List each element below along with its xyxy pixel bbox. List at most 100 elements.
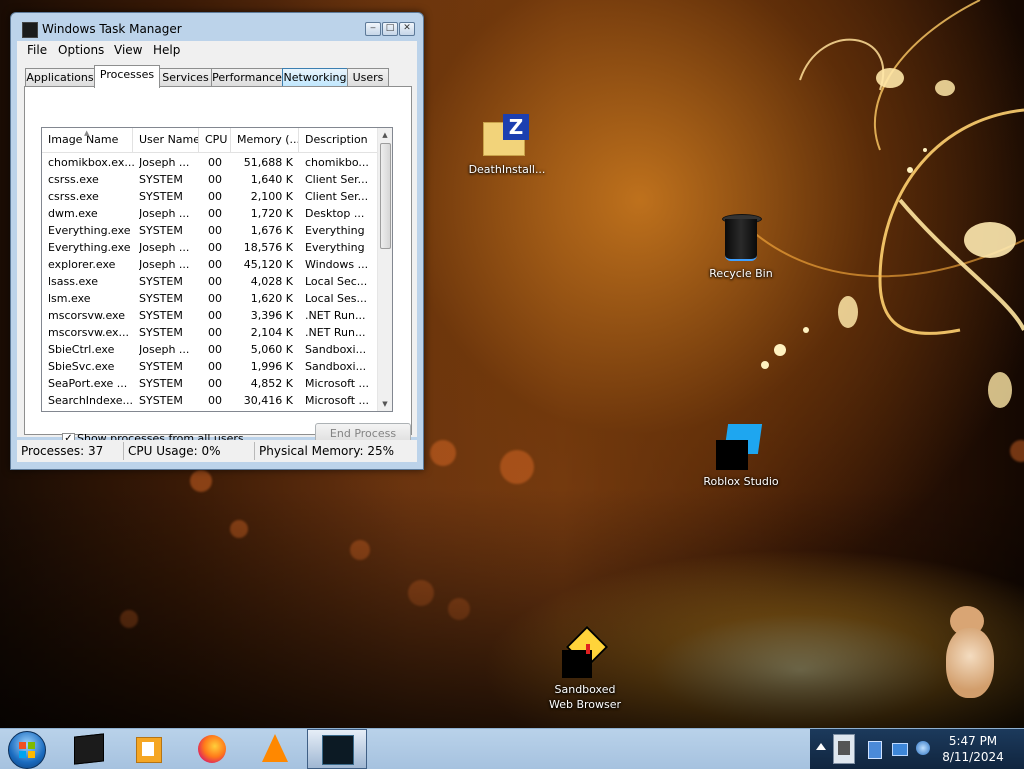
status-bar: Processes: 37 CPU Usage: 0% Physical Mem… — [17, 440, 417, 462]
cell-image-name: mscorsvw.exe — [48, 309, 125, 322]
cell-cpu: 00 — [208, 394, 222, 407]
process-row[interactable]: Everything.exe Joseph ... 00 18,576 K Everyt… — [42, 239, 378, 256]
cell-image-name: lsm.exe — [48, 292, 91, 305]
cell-user-name: SYSTEM — [139, 360, 183, 373]
cell-memory: 4,852 K — [250, 377, 293, 390]
process-row[interactable]: lsm.exe SYSTEM 00 1,620 K Local Ses... — [42, 290, 378, 307]
cell-image-name: SearchIndexe... — [48, 394, 133, 407]
desktop-icon-label: Roblox Studio — [703, 475, 779, 488]
cell-description: .NET Run... — [305, 326, 366, 339]
cell-user-name: SYSTEM — [139, 173, 183, 186]
cell-image-name: Everything.exe — [48, 241, 131, 254]
taskbar-task-manager[interactable] — [307, 729, 367, 769]
cell-description: Client Ser... — [305, 173, 369, 186]
process-list-scrollbar[interactable]: ▲ ▼ — [377, 128, 392, 411]
desktop-icon-sandboxed-web-browser[interactable]: Sandboxed Web Browser — [544, 625, 626, 714]
cell-user-name: SYSTEM — [139, 309, 183, 322]
process-list[interactable]: ▲ Image Name User Name CPU Memory (... D… — [41, 127, 393, 412]
tab-performance[interactable]: Performance — [211, 68, 283, 87]
minimize-button[interactable]: ‒ — [365, 22, 381, 36]
show-hidden-icons-icon[interactable] — [816, 743, 826, 750]
process-list-header: ▲ Image Name User Name CPU Memory (... D… — [42, 128, 378, 153]
process-row[interactable]: SearchIndexe... SYSTEM 00 30,416 K Microsoft… — [42, 392, 378, 409]
scroll-up-icon[interactable]: ▲ — [378, 128, 392, 142]
process-row[interactable]: csrss.exe SYSTEM 00 2,100 K Client Ser... — [42, 188, 378, 205]
cell-description: Local Sec... — [305, 275, 368, 288]
menu-file[interactable]: File — [27, 43, 47, 57]
process-row[interactable]: dwm.exe Joseph ... 00 1,720 K Desktop ... — [42, 205, 378, 222]
cell-description: chomikbo... — [305, 156, 369, 169]
maximize-button[interactable]: □ — [382, 22, 398, 36]
column-header-cpu[interactable]: CPU — [199, 128, 231, 152]
tab-services[interactable]: Services — [159, 68, 212, 87]
cell-user-name: SYSTEM — [139, 190, 183, 203]
taskbar-terminal[interactable] — [58, 729, 118, 769]
scroll-down-icon[interactable]: ▼ — [378, 397, 392, 411]
cell-cpu: 00 — [208, 156, 222, 169]
column-header-memory[interactable]: Memory (... — [231, 128, 299, 152]
column-header-user-name[interactable]: User Name — [133, 128, 199, 152]
cell-description: Local Ses... — [305, 292, 367, 305]
cell-memory: 4,028 K — [250, 275, 293, 288]
desktop-icon-label: DeathInstall... — [468, 163, 546, 176]
column-header-description[interactable]: Description — [299, 128, 378, 152]
cell-user-name: SYSTEM — [139, 292, 183, 305]
process-row[interactable]: lsass.exe SYSTEM 00 4,028 K Local Sec... — [42, 273, 378, 290]
cell-cpu: 00 — [208, 207, 222, 220]
cell-memory: 3,396 K — [250, 309, 293, 322]
process-row[interactable]: Everything.exe SYSTEM 00 1,676 K Everything — [42, 222, 378, 239]
taskbar-firefox[interactable] — [182, 729, 242, 769]
cell-description: Everything — [305, 224, 365, 237]
task-manager-icon — [322, 735, 354, 765]
start-button[interactable] — [4, 730, 52, 769]
cell-memory: 30,416 K — [243, 394, 293, 407]
tab-applications[interactable]: Applications — [25, 68, 95, 87]
tab-users[interactable]: Users — [347, 68, 389, 87]
process-row[interactable]: SbieCtrl.exe Joseph ... 00 5,060 K Sandboxi.… — [42, 341, 378, 358]
taskbar-window-button[interactable] — [833, 734, 855, 764]
action-center-icon[interactable] — [868, 741, 882, 759]
process-row[interactable]: chomikbox.ex... Joseph ... 00 51,688 K chomi… — [42, 154, 378, 171]
menu-options[interactable]: Options — [58, 43, 104, 57]
column-header-image-name[interactable]: ▲ Image Name — [42, 128, 133, 152]
title-bar[interactable]: Windows Task Manager ‒ □ ✕ — [11, 13, 423, 41]
process-row[interactable]: explorer.exe Joseph ... 00 45,120 K Windows … — [42, 256, 378, 273]
cell-memory: 1,720 K — [250, 207, 293, 220]
network-icon[interactable] — [892, 743, 908, 756]
taskbar-empty-area — [370, 729, 810, 769]
tab-networking[interactable]: Networking — [282, 68, 348, 87]
cell-image-name: csrss.exe — [48, 173, 99, 186]
clock[interactable]: 5:47 PM 8/11/2024 — [928, 733, 1018, 765]
desktop-icon-death-installer[interactable]: Z DeathInstall... — [462, 108, 552, 180]
menu-bar: File Options View Help — [17, 41, 417, 60]
firefox-icon — [198, 735, 226, 763]
cell-cpu: 00 — [208, 224, 222, 237]
cell-user-name: SYSTEM — [139, 394, 183, 407]
clock-time: 5:47 PM — [948, 734, 998, 748]
cell-cpu: 00 — [208, 173, 222, 186]
cell-memory: 2,100 K — [250, 190, 293, 203]
cell-user-name: Joseph ... — [139, 343, 190, 356]
desktop-icon-roblox-studio[interactable]: Roblox Studio — [696, 422, 786, 492]
terminal-icon — [74, 733, 104, 765]
cell-memory: 1,640 K — [250, 173, 293, 186]
process-row[interactable]: mscorsvw.ex... SYSTEM 00 2,104 K .NET Run... — [42, 324, 378, 341]
cell-cpu: 00 — [208, 343, 222, 356]
close-button[interactable]: ✕ — [399, 22, 415, 36]
process-row[interactable]: mscorsvw.exe SYSTEM 00 3,396 K .NET Run... — [42, 307, 378, 324]
task-manager-window[interactable]: Windows Task Manager ‒ □ ✕ File Options … — [10, 12, 424, 470]
process-row[interactable]: SeaPort.exe ... SYSTEM 00 4,852 K Microsoft … — [42, 375, 378, 392]
taskbar-vlc[interactable] — [244, 729, 304, 769]
media-player-icon — [136, 737, 162, 763]
process-row[interactable]: csrss.exe SYSTEM 00 1,640 K Client Ser... — [42, 171, 378, 188]
desktop-icon-recycle-bin[interactable]: Recycle Bin — [700, 210, 782, 284]
tab-processes[interactable]: Processes — [94, 65, 160, 88]
scrollbar-thumb[interactable] — [380, 143, 391, 249]
menu-help[interactable]: Help — [153, 43, 180, 57]
menu-view[interactable]: View — [114, 43, 142, 57]
process-row[interactable]: SbieSvc.exe SYSTEM 00 1,996 K Sandboxi... — [42, 358, 378, 375]
cell-cpu: 00 — [208, 190, 222, 203]
taskbar-media-player[interactable] — [118, 729, 178, 769]
cell-user-name: SYSTEM — [139, 377, 183, 390]
cell-user-name: Joseph ... — [139, 241, 190, 254]
